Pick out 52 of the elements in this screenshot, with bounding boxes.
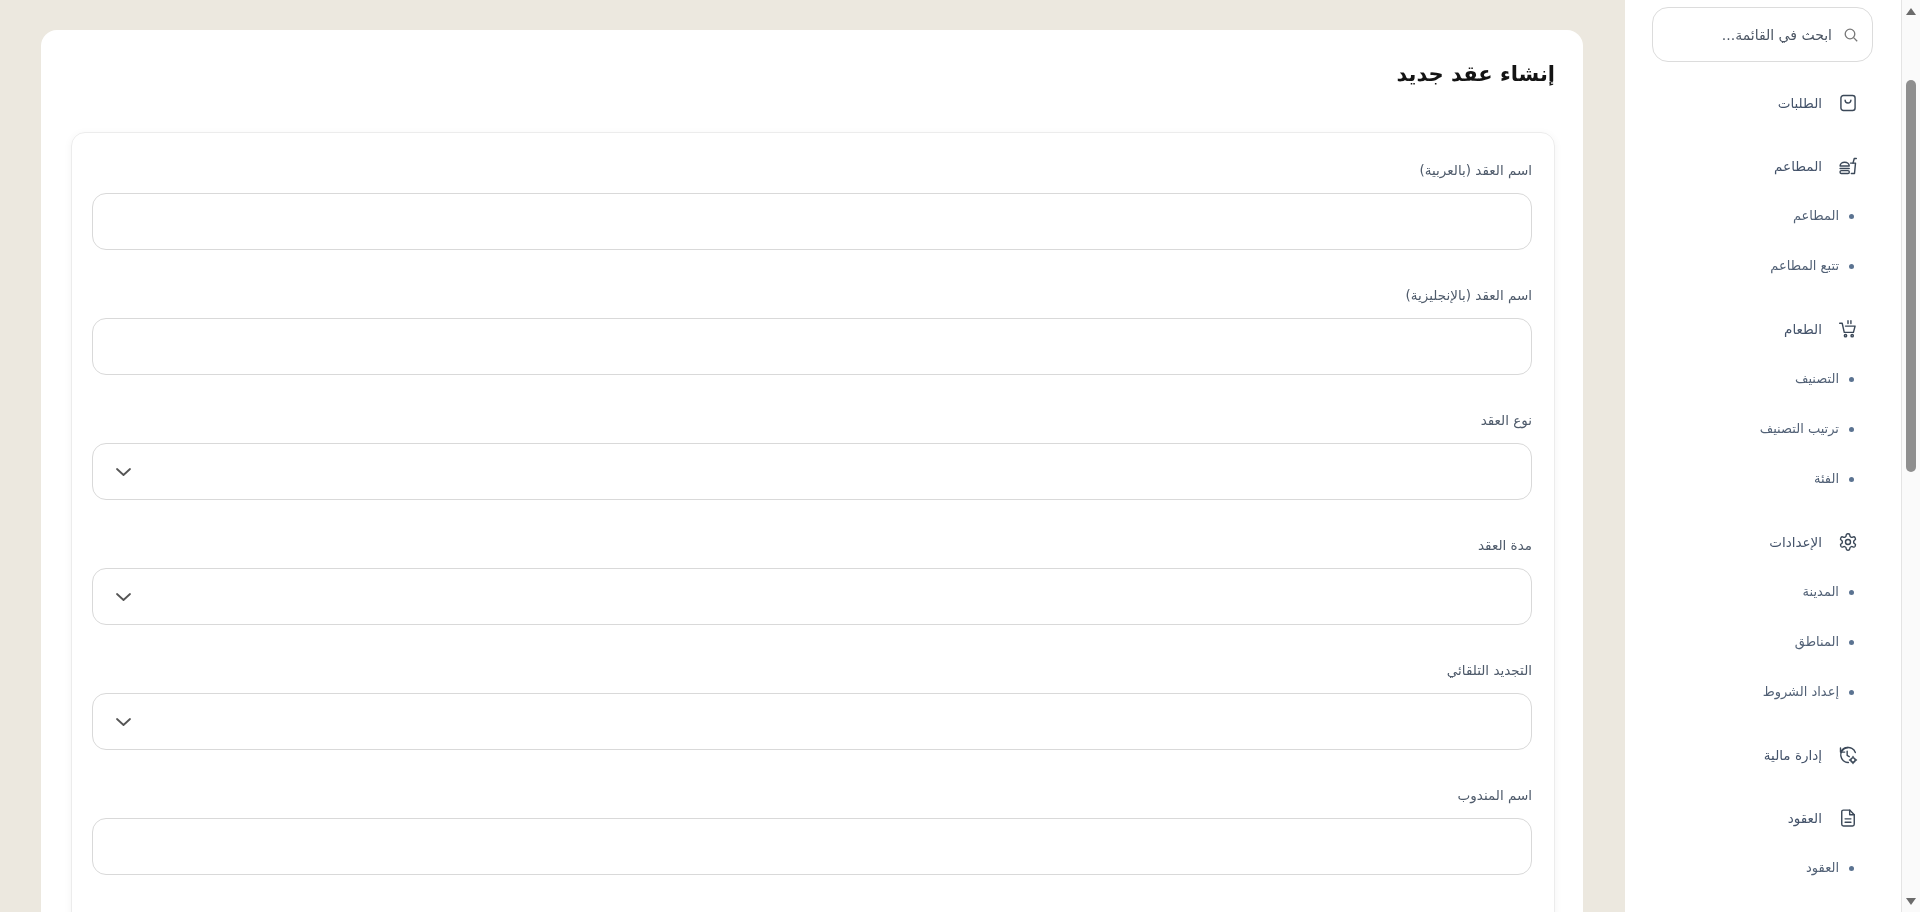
chevron-down-icon: [116, 467, 131, 476]
field-label: اسم المندوب: [1457, 786, 1532, 805]
shopping-cart-icon: [1838, 319, 1858, 339]
submenu-item[interactable]: المناطق: [1794, 632, 1854, 652]
field-label: مدة العقد: [1478, 536, 1532, 555]
page-title: إنشاء عقد جديد: [1395, 61, 1555, 88]
field-label: اسم العقد (بالعربية): [1419, 161, 1532, 180]
submenu-item[interactable]: ترتيب التصنيف: [1759, 419, 1854, 439]
submenu-item[interactable]: تتبع المطاعم: [1770, 256, 1854, 276]
bullet-icon: [1849, 263, 1854, 269]
bullet-icon: [1849, 639, 1854, 645]
burger-and-cup-icon: [1838, 156, 1858, 176]
submenu-item[interactable]: المطاعم: [1792, 206, 1854, 226]
search-icon: [1844, 28, 1858, 42]
field-label: نوع العقد: [1480, 411, 1532, 430]
document-icon: [1838, 808, 1858, 828]
bullet-icon: [1849, 426, 1854, 432]
bullet-icon: [1849, 589, 1854, 595]
select-field[interactable]: [92, 443, 1532, 500]
scroll-down-arrow-icon[interactable]: [1906, 898, 1916, 905]
shopping-bag-icon: [1838, 93, 1858, 113]
select-field[interactable]: [92, 568, 1532, 625]
bullet-icon: [1849, 689, 1854, 695]
bullet-icon: [1849, 865, 1854, 871]
menu-item[interactable]: الإعدادات: [1769, 532, 1858, 552]
input-field[interactable]: [92, 318, 1532, 375]
scrollbar-track[interactable]: [1901, 0, 1920, 912]
menu-item[interactable]: الطعام: [1784, 319, 1858, 339]
select-field[interactable]: [92, 693, 1532, 750]
submenu-item[interactable]: العقود: [1806, 858, 1854, 878]
submenu-item[interactable]: التصنيف: [1794, 369, 1854, 389]
scroll-up-arrow-icon[interactable]: [1906, 8, 1916, 15]
settings-icon: [1838, 532, 1858, 552]
menu-item[interactable]: العقود: [1787, 808, 1858, 828]
field-label: التجديد التلقائي: [1446, 661, 1532, 680]
submenu-item[interactable]: إعداد الشروط: [1762, 682, 1854, 702]
clock-gear-icon: [1838, 745, 1858, 765]
bullet-icon: [1849, 376, 1854, 382]
menu-item[interactable]: إدارة مالية: [1763, 745, 1858, 765]
menu-item[interactable]: المطاعم: [1774, 156, 1858, 176]
bullet-icon: [1849, 476, 1854, 482]
chevron-down-icon: [116, 592, 131, 601]
submenu-item[interactable]: الفئة: [1813, 469, 1854, 489]
menu-item[interactable]: الطلبات: [1777, 93, 1858, 113]
submenu-item[interactable]: المدينة: [1802, 582, 1854, 602]
field-label: اسم العقد (بالإنجليزية): [1405, 286, 1532, 305]
bullet-icon: [1849, 213, 1854, 219]
chevron-down-icon: [116, 717, 131, 726]
search-field[interactable]: ابحث في القائمة...: [1652, 7, 1873, 62]
input-field[interactable]: [92, 193, 1532, 250]
input-field[interactable]: [92, 818, 1532, 875]
scrollbar-thumb[interactable]: [1906, 80, 1916, 472]
